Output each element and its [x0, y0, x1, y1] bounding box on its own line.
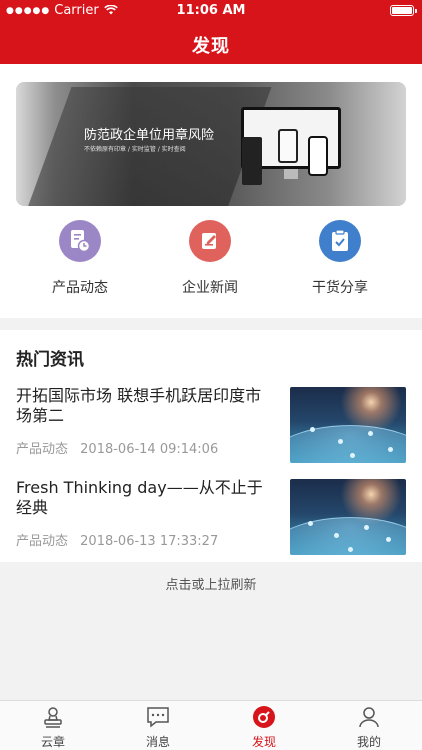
tab-profile[interactable]: 我的 [334, 705, 404, 750]
bottom-tab-bar: 云章 消息 发现 我的 [0, 700, 422, 750]
document-clock-icon [59, 220, 101, 262]
section-title: 热门资讯 [16, 350, 84, 370]
tab-seal[interactable]: 云章 [18, 705, 88, 750]
promo-banner[interactable]: 防范政企单位用章风险 不依赖原有印章 / 实时监管 / 实时查阅 [16, 82, 406, 206]
news-thumbnail [290, 479, 406, 555]
news-category: 产品动态 [16, 442, 69, 457]
tab-label: 消息 [145, 735, 170, 749]
quick-link-label: 干货分享 [312, 280, 368, 296]
discover-top-section: 防范政企单位用章风险 不依赖原有印章 / 实时监管 / 实时查阅 产品动态 企业… [0, 64, 422, 318]
tab-label: 发现 [251, 735, 276, 749]
news-item[interactable]: Fresh Thinking day——从不止于经典 产品动态 2018-06-… [16, 478, 406, 558]
seal-icon [41, 705, 65, 729]
app-header: ●●●●● Carrier 11:06 AM 发现 [0, 0, 422, 64]
message-icon [146, 705, 170, 729]
banner-subtitle: 不依赖原有印章 / 实时监管 / 实时查阅 [84, 146, 186, 153]
news-date: 2018-06-14 09:14:06 [80, 442, 219, 457]
news-thumbnail [290, 387, 406, 463]
battery-icon [390, 5, 417, 16]
tab-messages[interactable]: 消息 [123, 705, 193, 750]
quick-link-company-news[interactable]: 企业新闻 [160, 216, 260, 296]
news-item[interactable]: 开拓国际市场 联想手机跃居印度市场第二 产品动态 2018-06-14 09:1… [16, 386, 406, 466]
news-category: 产品动态 [16, 534, 69, 549]
news-date: 2018-06-13 17:33:27 [80, 534, 219, 549]
banner-phone-image [308, 136, 328, 176]
quick-link-product-news[interactable]: 产品动态 [30, 216, 130, 296]
banner-seal-device-image [242, 137, 262, 185]
status-time: 11:06 AM [176, 3, 246, 18]
news-title: 开拓国际市场 联想手机跃居印度市场第二 [16, 386, 262, 425]
hot-news-section: 热门资讯 开拓国际市场 联想手机跃居印度市场第二 产品动态 2018-06-14… [0, 330, 422, 562]
news-title: Fresh Thinking day——从不止于经典 [16, 478, 263, 517]
discover-icon [252, 705, 276, 729]
tab-label: 云章 [40, 735, 65, 749]
edit-note-icon [189, 220, 231, 262]
tab-discover[interactable]: 发现 [229, 705, 299, 750]
status-bar: ●●●●● Carrier 11:06 AM [0, 0, 422, 22]
banner-title: 防范政企单位用章风险 [84, 128, 215, 143]
quick-link-label: 企业新闻 [182, 280, 238, 296]
news-meta: 产品动态 2018-06-13 17:33:27 [16, 530, 218, 549]
quick-link-knowledge-share[interactable]: 干货分享 [290, 216, 390, 296]
banner-tablet-image [278, 129, 298, 163]
clipboard-check-icon [319, 220, 361, 262]
profile-icon [357, 705, 381, 729]
pull-to-refresh-hint[interactable]: 点击或上拉刷新 [0, 574, 422, 593]
quick-link-label: 产品动态 [52, 280, 108, 296]
news-meta: 产品动态 2018-06-14 09:14:06 [16, 438, 218, 457]
tab-label: 我的 [356, 735, 381, 749]
page-title: 发现 [192, 36, 230, 57]
